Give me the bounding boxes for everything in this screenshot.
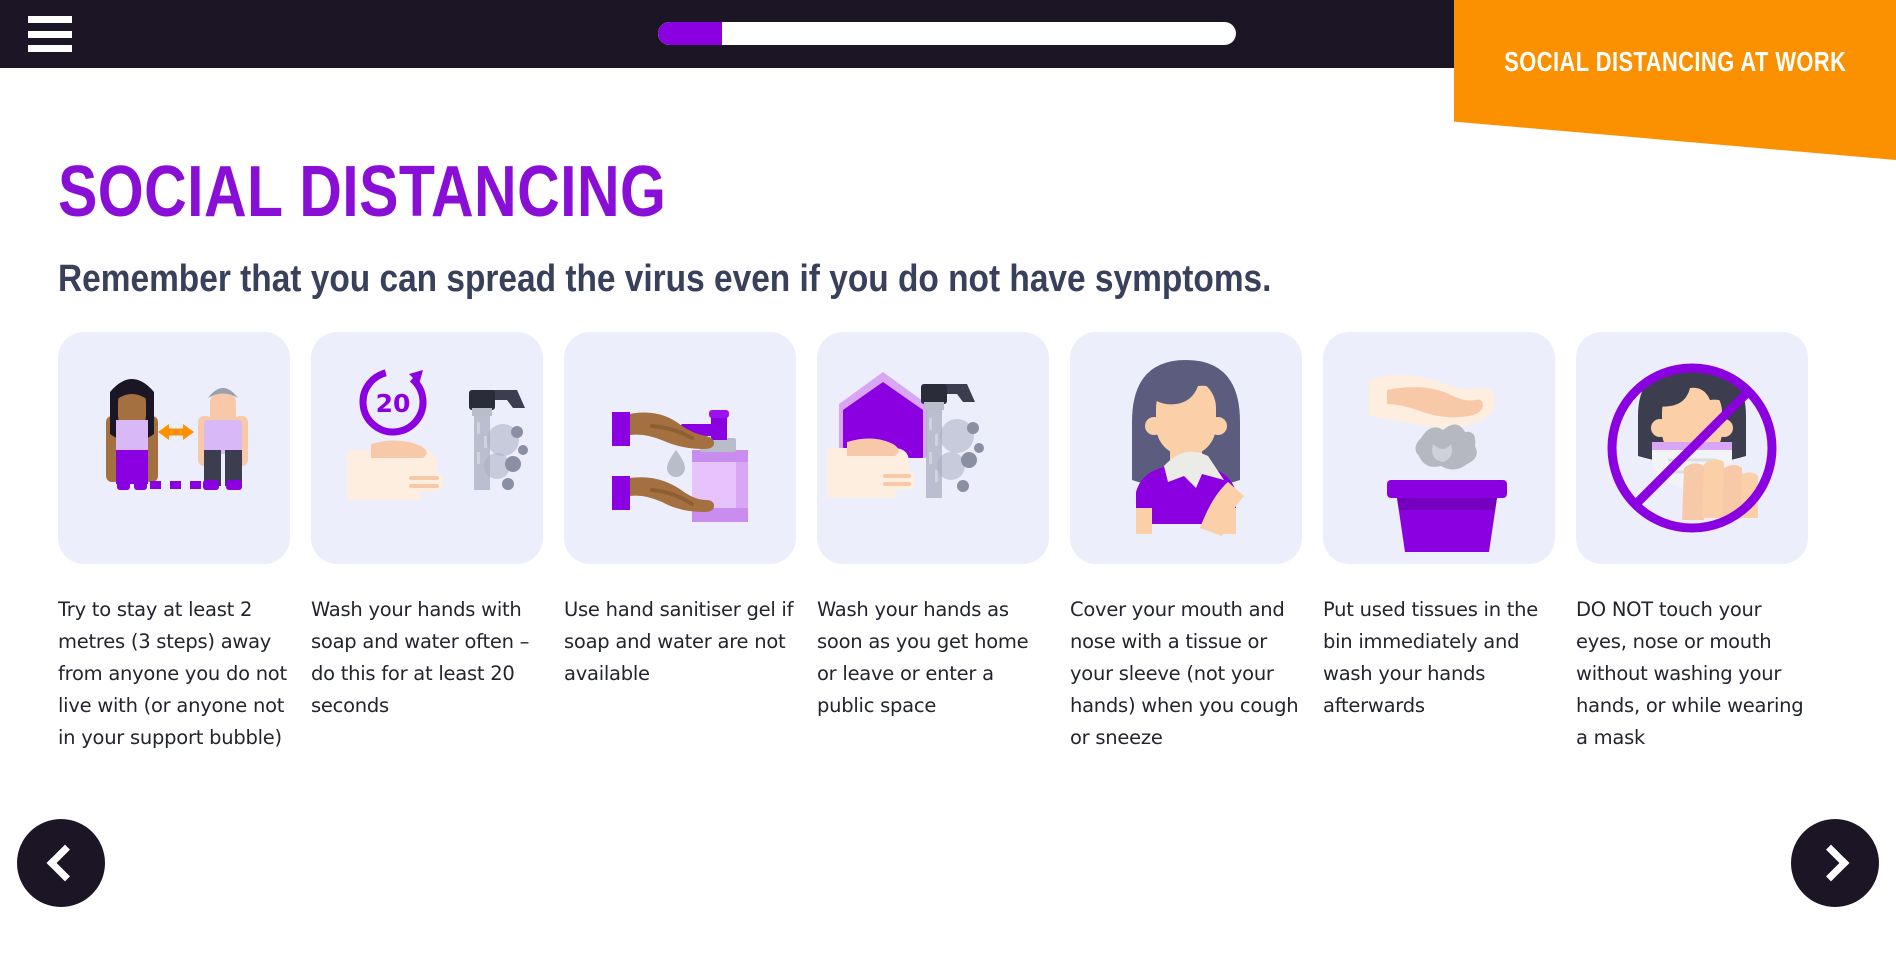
guidance-card: DO NOT touch your eyes, nose or mouth wi… — [1576, 332, 1808, 754]
card-illustration-tile: 20 — [311, 332, 543, 564]
hamburger-menu-icon[interactable] — [28, 16, 72, 52]
hand-washing-20-seconds-icon: 20 — [347, 368, 528, 500]
progress-bar[interactable] — [658, 22, 1236, 45]
card-illustration-tile — [564, 332, 796, 564]
next-slide-button[interactable] — [1791, 819, 1879, 907]
two-people-distance-icon — [106, 379, 248, 490]
guidance-card: Use hand sanitiser gel if soap and water… — [564, 332, 796, 754]
card-illustration-tile — [817, 332, 1049, 564]
chevron-right-icon — [1812, 844, 1850, 882]
chevron-left-icon — [46, 844, 84, 882]
hand-sanitiser-bottle-icon — [612, 410, 748, 522]
hamburger-bar — [28, 45, 72, 52]
timer-seconds-label: 20 — [376, 389, 411, 418]
guidance-card: Cover your mouth and nose with a tissue … — [1070, 332, 1302, 754]
card-caption: DO NOT touch your eyes, nose or mouth wi… — [1576, 598, 1804, 749]
card-caption: Use hand sanitiser gel if soap and water… — [564, 598, 794, 685]
do-not-touch-face-icon — [1607, 363, 1777, 533]
guidance-card: Try to stay at least 2 metres (3 steps) … — [58, 332, 290, 754]
slide-content: Social distancing Remember that you can … — [0, 68, 1896, 956]
card-illustration-tile — [58, 332, 290, 564]
guidance-card: Wash your hands as soon as you get home … — [817, 332, 1049, 754]
card-caption: Cover your mouth and nose with a tissue … — [1070, 598, 1299, 749]
card-caption: Wash your hands with soap and water ofte… — [311, 598, 530, 717]
card-illustration-tile — [1070, 332, 1302, 564]
tissue-in-bin-icon — [1369, 374, 1507, 552]
card-caption: Try to stay at least 2 metres (3 steps) … — [58, 598, 287, 749]
card-caption: Wash your hands as soon as you get home … — [817, 598, 1029, 717]
card-caption: Put used tissues in the bin immediately … — [1323, 598, 1539, 717]
guidance-card: 20 Wash your hands with soap and water o… — [311, 332, 543, 754]
cover-mouth-tissue-icon — [1132, 360, 1244, 536]
guidance-card: Put used tissues in the bin immediately … — [1323, 332, 1555, 754]
progress-bar-fill — [658, 22, 722, 45]
course-title-label: Social distancing at work — [1503, 46, 1847, 77]
hamburger-bar — [28, 30, 72, 38]
previous-slide-button[interactable] — [17, 819, 105, 907]
card-illustration-tile — [1576, 332, 1808, 564]
hamburger-bar — [28, 16, 72, 23]
page-title: Social distancing — [58, 152, 667, 232]
card-illustration-tile — [1323, 332, 1555, 564]
wash-hands-at-home-icon — [827, 372, 984, 498]
page-subtitle: Remember that you can spread the virus e… — [58, 258, 1272, 300]
guidance-card-row: Try to stay at least 2 metres (3 steps) … — [58, 332, 1848, 754]
